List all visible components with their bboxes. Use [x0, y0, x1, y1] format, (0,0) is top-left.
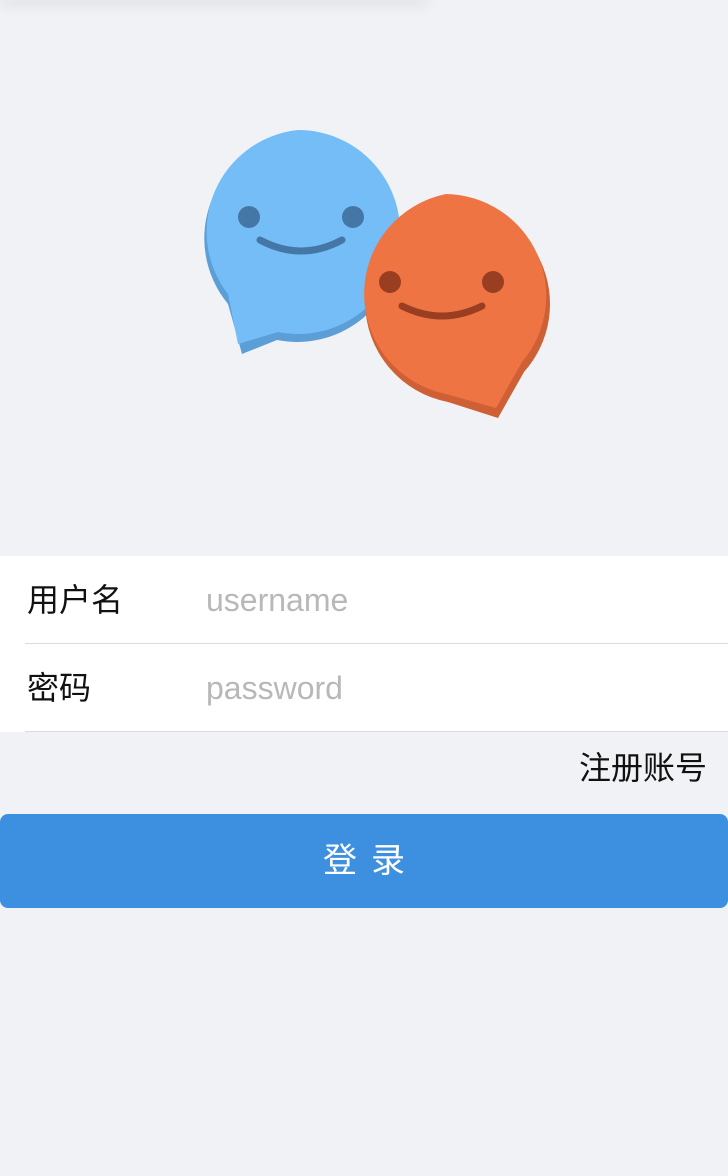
password-row: 密码: [0, 644, 728, 732]
divider: [25, 731, 728, 732]
password-input[interactable]: [206, 658, 706, 718]
orange-smiley-bubble: [364, 194, 550, 418]
username-label: 用户名: [27, 581, 124, 619]
register-account-link[interactable]: 注册账号: [579, 745, 707, 791]
app-logo: [0, 0, 728, 556]
login-button[interactable]: 登录: [0, 814, 728, 908]
chat-bubbles-smiley-icon: [204, 129, 550, 418]
username-input[interactable]: [206, 570, 706, 630]
password-label: 密码: [27, 669, 92, 707]
login-form: 用户名 密码: [0, 556, 728, 732]
username-row: 用户名: [0, 556, 728, 644]
